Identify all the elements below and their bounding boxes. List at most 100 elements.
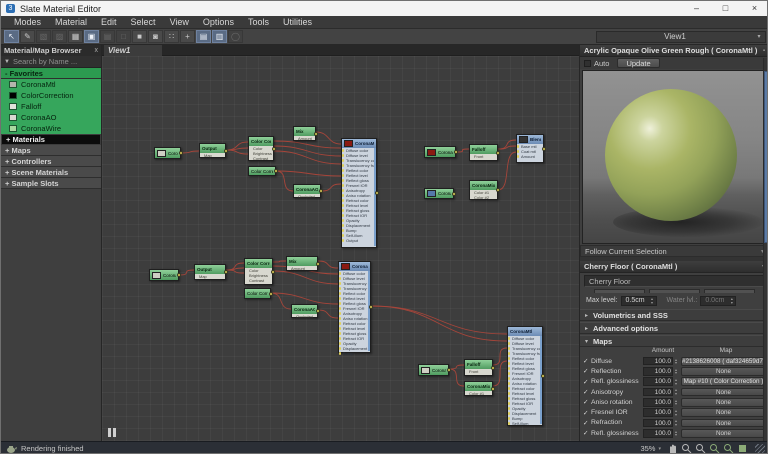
material-id-channel-icon[interactable]: ◙	[148, 30, 163, 43]
node-coronabitmap[interactable]: CoronaBitmap	[154, 147, 181, 159]
node-coronabitmap[interactable]: CoronaBitmap	[418, 364, 449, 376]
input-socket-icon[interactable]	[508, 422, 510, 424]
output-socket-icon[interactable]	[454, 150, 458, 154]
node-slot[interactable]: Contrast	[249, 156, 273, 161]
node-header[interactable]: Mix	[287, 257, 317, 266]
node-header[interactable]: CoronaMtl	[508, 327, 542, 336]
map-slot-button[interactable]: None	[681, 367, 766, 376]
checkbox-checked-icon[interactable]: ✓	[583, 398, 591, 406]
input-socket-icon[interactable]	[339, 347, 341, 349]
search-dropdown-icon[interactable]: ▼	[4, 59, 10, 65]
title-bar[interactable]: 3 Slate Material Editor – □ ×	[1, 1, 768, 16]
zoom-region-icon[interactable]	[694, 443, 706, 454]
water-level-spinner[interactable]: 0.0cm ▴▾	[700, 296, 736, 306]
input-socket-icon[interactable]	[508, 357, 510, 359]
input-socket-icon[interactable]	[339, 352, 341, 354]
node-color-correction[interactable]: Color CorrectionColorBrightnessContrast	[244, 258, 273, 285]
map-slot-button[interactable]: Map #10 ( Color Correction )	[681, 377, 766, 386]
input-socket-icon[interactable]	[342, 149, 344, 151]
node-header[interactable]: Blend	[517, 135, 543, 144]
node-header[interactable]: CoronaMtl	[339, 262, 370, 271]
group-maps[interactable]: + Maps	[1, 145, 101, 156]
pan-handle-icon[interactable]	[108, 424, 120, 433]
node-slot[interactable]: Occluded	[292, 314, 317, 319]
zoom-extents-icon[interactable]	[708, 443, 720, 454]
node-mix[interactable]: MixAmount	[293, 126, 316, 141]
node-coronamtl[interactable]: CoronaMtlDiffuse colorDiffuse levelTrans…	[341, 138, 377, 248]
input-socket-icon[interactable]	[508, 392, 510, 394]
input-socket-icon[interactable]	[339, 282, 341, 284]
input-socket-icon[interactable]	[339, 287, 341, 289]
menu-select[interactable]: Select	[124, 16, 163, 29]
input-socket-icon[interactable]	[342, 169, 344, 171]
menu-utilities[interactable]: Utilities	[276, 16, 319, 29]
preview-panel-header[interactable]: Acrylic Opaque Olive Green Rough ( Coron…	[580, 45, 768, 57]
output-socket-icon[interactable]	[319, 189, 323, 193]
node-header[interactable]: Mix	[294, 127, 315, 136]
input-socket-icon[interactable]	[339, 332, 341, 334]
layout-all-icon[interactable]: ▤	[196, 30, 211, 43]
amount-value[interactable]: 100.0	[643, 408, 673, 417]
follow-current-selection-bar[interactable]: Follow Current Selection ▾	[580, 245, 768, 257]
input-socket-icon[interactable]	[342, 164, 344, 166]
output-socket-icon[interactable]	[316, 309, 320, 313]
input-socket-icon[interactable]	[342, 189, 344, 191]
node-slot[interactable]: Contrast	[245, 278, 272, 283]
input-socket-icon[interactable]	[339, 297, 341, 299]
menu-edit[interactable]: Edit	[94, 16, 124, 29]
show-shaded-material-icon[interactable]: ▣	[84, 30, 99, 43]
browser-item-colorcorrection[interactable]: ColorCorrection	[1, 90, 101, 101]
input-socket-icon[interactable]	[342, 214, 344, 216]
render-preview-icon[interactable]	[736, 443, 748, 454]
output-socket-icon[interactable]	[271, 270, 275, 274]
amount-value[interactable]: 100.0	[643, 429, 673, 438]
group-sampleslots[interactable]: + Sample Slots	[1, 178, 101, 189]
input-socket-icon[interactable]	[508, 407, 510, 409]
delete-selected-icon[interactable]: ▦	[68, 30, 83, 43]
move-children-icon[interactable]: +	[180, 30, 195, 43]
node-slot[interactable]: Amount	[517, 154, 543, 159]
input-socket-icon[interactable]	[342, 159, 344, 161]
node-scrollbar[interactable]	[374, 148, 377, 246]
output-socket-icon[interactable]	[177, 273, 181, 277]
input-socket-icon[interactable]	[508, 342, 510, 344]
input-socket-icon[interactable]	[339, 307, 341, 309]
node-header[interactable]: CoronaMix	[470, 181, 497, 190]
zoom-level[interactable]: 35%	[640, 444, 655, 453]
menu-options[interactable]: Options	[196, 16, 241, 29]
amount-value[interactable]: 100.0	[643, 357, 673, 366]
checkbox-checked-icon[interactable]: ✓	[583, 419, 591, 427]
output-socket-icon[interactable]	[314, 132, 318, 136]
map-slot-button[interactable]: #2138626008 ( daf324659d71.)	[681, 357, 766, 366]
search-input[interactable]: ▼ Search by Name ...	[1, 56, 101, 68]
output-socket-icon[interactable]	[541, 374, 545, 378]
input-socket-icon[interactable]	[339, 322, 341, 324]
spinner-arrows-icon[interactable]: ▴▾	[673, 419, 679, 426]
resize-grip[interactable]	[755, 444, 765, 454]
output-socket-icon[interactable]	[491, 366, 495, 370]
node-slot[interactable]: Color #1	[465, 391, 492, 396]
input-socket-icon[interactable]	[508, 382, 510, 384]
material-name-input[interactable]: Cherry Floor	[584, 275, 765, 287]
pan-hand-icon[interactable]	[666, 443, 678, 454]
node-header[interactable]: CoronaAO	[292, 305, 317, 314]
input-socket-icon[interactable]	[339, 317, 341, 319]
input-socket-icon[interactable]	[342, 229, 344, 231]
spinner-arrows-icon[interactable]: ▴▾	[673, 388, 679, 395]
group-favorites[interactable]: - Favorites	[1, 68, 101, 79]
rollout-maps[interactable]: ▾Maps	[580, 335, 768, 347]
input-socket-icon[interactable]	[342, 234, 344, 236]
node-scrollbar[interactable]	[540, 336, 543, 424]
amount-value[interactable]: 100.0	[643, 388, 673, 397]
node-slot[interactable]: Front	[465, 369, 492, 374]
rollout-advanced-options[interactable]: ▸Advanced options	[580, 322, 768, 334]
input-socket-icon[interactable]	[342, 239, 344, 241]
input-socket-icon[interactable]	[339, 302, 341, 304]
input-socket-icon[interactable]	[339, 277, 341, 279]
input-socket-icon[interactable]	[339, 342, 341, 344]
node-coronamix[interactable]: CoronaMixColor #1Color #2	[469, 180, 498, 200]
input-socket-icon[interactable]	[342, 224, 344, 226]
browser-item-coronaao[interactable]: CoronaAO	[1, 112, 101, 123]
input-socket-icon[interactable]	[342, 219, 344, 221]
spinner-arrows-icon[interactable]: ▴▾	[728, 297, 735, 305]
